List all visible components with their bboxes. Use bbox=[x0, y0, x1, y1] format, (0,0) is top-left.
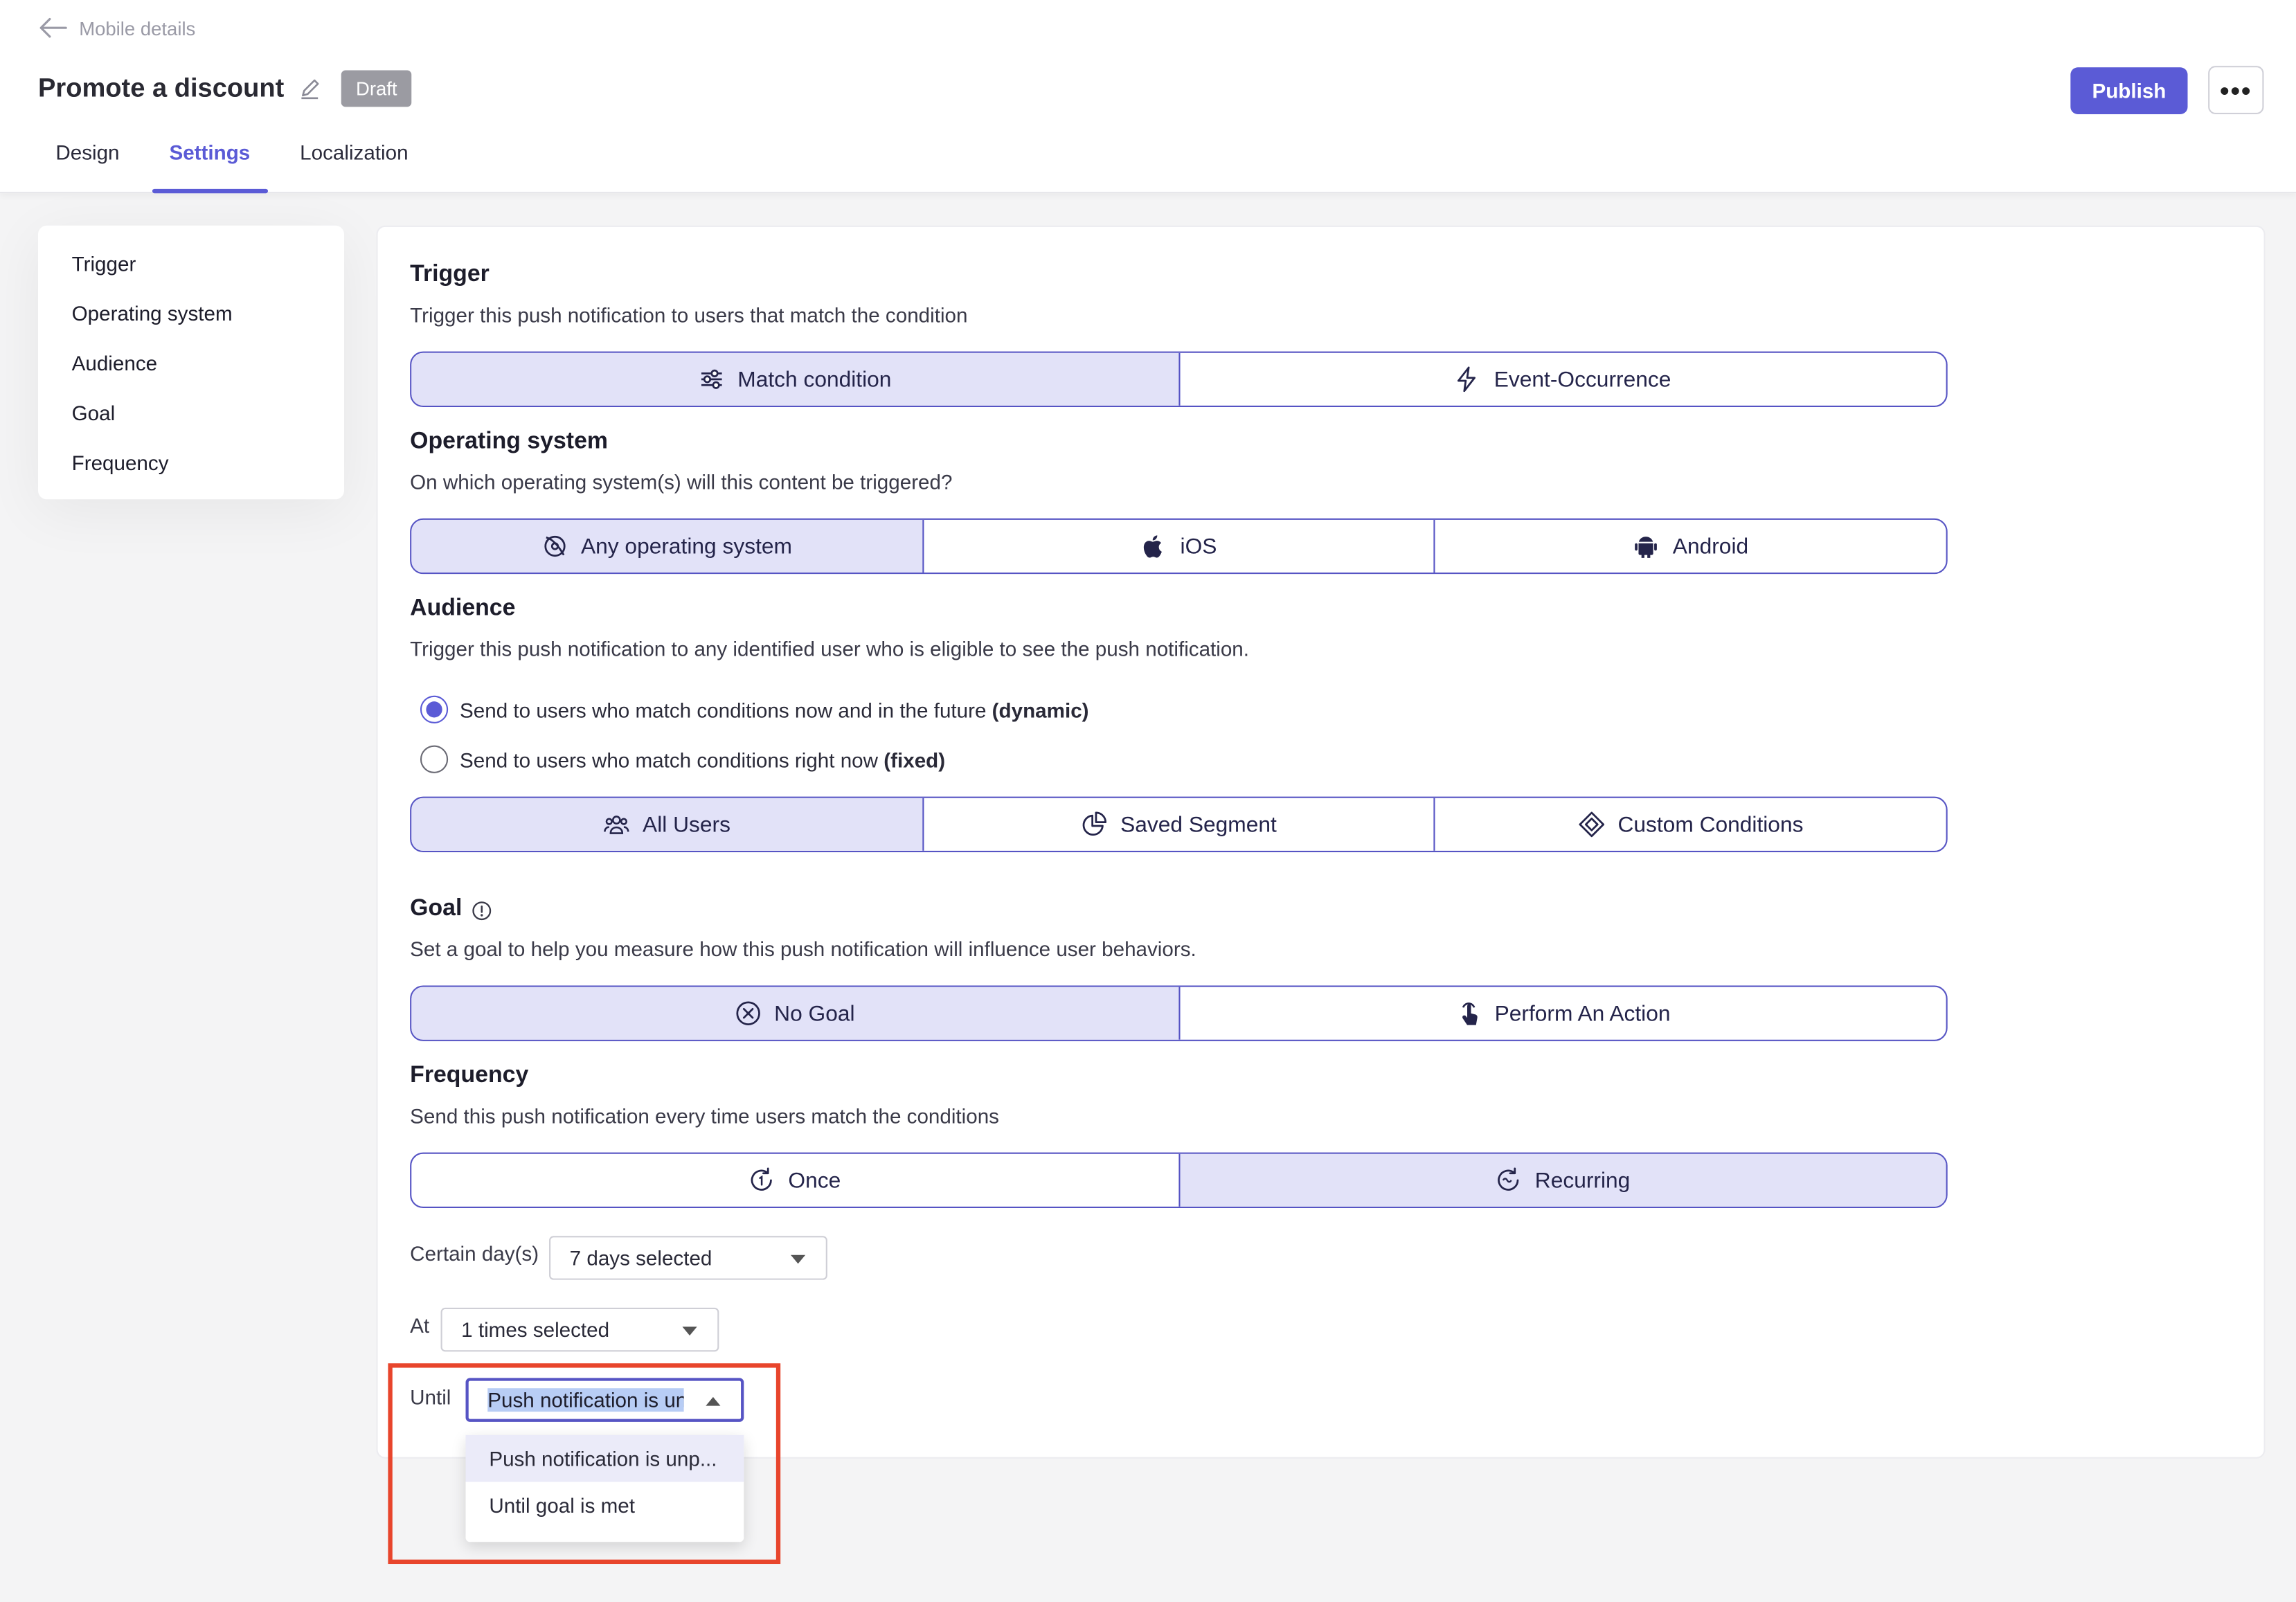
apple-icon bbox=[1143, 535, 1162, 558]
page-header: Mobile details Promote a discount Draft … bbox=[0, 0, 2296, 194]
android-label: Android bbox=[1672, 533, 1749, 559]
audience-segmented-control: All Users Saved Segment Custom Condition… bbox=[410, 796, 1948, 853]
trigger-description: Trigger this push notification to users … bbox=[410, 303, 968, 327]
at-times-select[interactable]: 1 times selected bbox=[440, 1307, 719, 1352]
radio-dynamic-button[interactable] bbox=[420, 695, 449, 723]
certain-days-label: Certain day(s) bbox=[410, 1241, 539, 1266]
sidenav-item-goal[interactable]: Goal bbox=[38, 398, 344, 448]
once-option[interactable]: Once bbox=[411, 1153, 1180, 1207]
custom-conditions-label: Custom Conditions bbox=[1617, 811, 1804, 837]
tab-localization[interactable]: Localization bbox=[282, 123, 426, 194]
trigger-title: Trigger bbox=[410, 262, 490, 287]
tab-settings[interactable]: Settings bbox=[152, 123, 269, 194]
back-link[interactable]: Mobile details bbox=[38, 16, 195, 39]
certain-days-value: 7 days selected bbox=[569, 1246, 712, 1270]
os-title: Operating system bbox=[410, 429, 608, 454]
perform-an-action-label: Perform An Action bbox=[1494, 1000, 1671, 1026]
arrow-left-icon bbox=[39, 17, 67, 38]
lightning-icon bbox=[1458, 366, 1476, 393]
sliders-icon bbox=[701, 369, 722, 389]
pie-chart-icon bbox=[1082, 811, 1107, 836]
ios-option[interactable]: iOS bbox=[924, 519, 1436, 573]
android-icon bbox=[1635, 537, 1658, 558]
info-icon[interactable] bbox=[472, 901, 492, 921]
pencil-icon[interactable] bbox=[298, 78, 321, 100]
app-canvas: Mobile details Promote a discount Draft … bbox=[0, 0, 2296, 1602]
all-users-label: All Users bbox=[643, 811, 730, 837]
event-occurrence-label: Event-Occurrence bbox=[1494, 366, 1671, 392]
ios-label: iOS bbox=[1180, 533, 1217, 559]
sidenav-item-audience[interactable]: Audience bbox=[38, 348, 344, 398]
audience-title: Audience bbox=[410, 595, 516, 621]
radio-fixed[interactable]: Send to users who match conditions right… bbox=[420, 745, 946, 773]
tap-icon bbox=[1462, 1002, 1478, 1025]
title-row: Promote a discount Draft bbox=[37, 70, 412, 107]
users-icon bbox=[603, 816, 629, 834]
tab-bar: Design Settings Localization bbox=[38, 123, 440, 194]
no-goal-label: No Goal bbox=[774, 1000, 855, 1026]
os-description: On which operating system(s) will this c… bbox=[410, 469, 953, 494]
event-occurrence-option[interactable]: Event-Occurrence bbox=[1179, 353, 1946, 406]
trigger-segmented-control: Match condition Event-Occurrence bbox=[410, 351, 1948, 408]
sidenav-item-operating-system[interactable]: Operating system bbox=[38, 299, 344, 349]
at-times-value: 1 times selected bbox=[461, 1317, 610, 1342]
frequency-title: Frequency bbox=[410, 1063, 529, 1088]
match-condition-label: Match condition bbox=[737, 366, 892, 392]
any-os-option[interactable]: Any operating system bbox=[411, 519, 924, 573]
any-os-icon bbox=[544, 535, 566, 557]
annotation-highlight-box bbox=[388, 1363, 781, 1565]
saved-segment-option[interactable]: Saved Segment bbox=[924, 798, 1436, 851]
more-options-button[interactable]: ••• bbox=[2208, 66, 2264, 114]
page-title: Promote a discount bbox=[37, 73, 285, 103]
goal-description: Set a goal to help you measure how this … bbox=[410, 937, 1196, 961]
status-badge: Draft bbox=[341, 70, 412, 107]
circle-x-icon bbox=[735, 1001, 760, 1025]
diamond-icon bbox=[1579, 811, 1604, 838]
radio-fixed-button[interactable] bbox=[420, 745, 449, 773]
sidenav-item-frequency[interactable]: Frequency bbox=[38, 448, 344, 498]
all-users-option[interactable]: All Users bbox=[411, 798, 924, 851]
recurring-icon bbox=[1498, 1167, 1519, 1191]
android-option[interactable]: Android bbox=[1435, 520, 1946, 573]
recurring-option[interactable]: Recurring bbox=[1179, 1153, 1946, 1207]
publish-button[interactable]: Publish bbox=[2070, 67, 2188, 114]
frequency-segmented-control: Once Recurring bbox=[410, 1152, 1948, 1209]
any-os-label: Any operating system bbox=[580, 533, 793, 559]
audience-description: Trigger this push notification to any id… bbox=[410, 637, 1250, 660]
perform-an-action-option[interactable]: Perform An Action bbox=[1179, 987, 1946, 1040]
radio-fixed-label: Send to users who match conditions right… bbox=[460, 747, 946, 771]
sidenav-item-trigger[interactable]: Trigger bbox=[38, 249, 344, 299]
goal-segmented-control: No Goal Perform An Action bbox=[410, 985, 1948, 1041]
caret-down-icon bbox=[682, 1326, 697, 1336]
frequency-description: Send this push notification every time u… bbox=[410, 1104, 999, 1128]
radio-dynamic-label: Send to users who match conditions now a… bbox=[460, 697, 1089, 721]
once-label: Once bbox=[788, 1167, 841, 1193]
no-goal-option[interactable]: No Goal bbox=[411, 987, 1180, 1040]
goal-title: Goal bbox=[410, 896, 463, 921]
tab-design[interactable]: Design bbox=[38, 123, 137, 194]
recurring-label: Recurring bbox=[1534, 1167, 1631, 1193]
certain-days-select[interactable]: 7 days selected bbox=[549, 1236, 827, 1280]
settings-sidenav: Trigger Operating system Audience Goal F… bbox=[37, 225, 344, 500]
match-condition-option[interactable]: Match condition bbox=[411, 352, 1180, 406]
custom-conditions-option[interactable]: Custom Conditions bbox=[1435, 798, 1946, 851]
saved-segment-label: Saved Segment bbox=[1120, 811, 1277, 837]
caret-down-icon bbox=[790, 1254, 806, 1264]
once-icon bbox=[751, 1167, 773, 1191]
radio-dynamic[interactable]: Send to users who match conditions now a… bbox=[420, 695, 1089, 723]
at-label: At bbox=[410, 1313, 430, 1338]
os-segmented-control: Any operating system iOS Android bbox=[410, 518, 1948, 575]
back-label: Mobile details bbox=[79, 17, 196, 39]
more-dots-icon: ••• bbox=[2220, 75, 2252, 105]
